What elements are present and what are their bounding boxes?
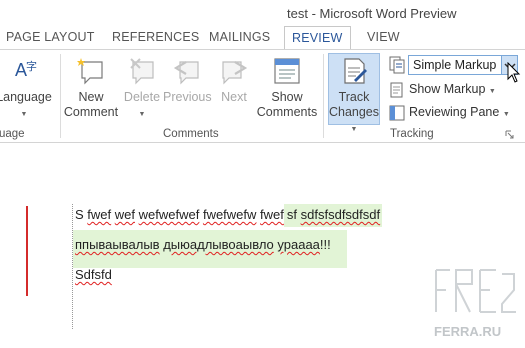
text-run: !!! — [319, 237, 331, 252]
misspelled-word: fwef — [260, 207, 284, 222]
tab-references[interactable]: REFERENCES — [112, 30, 199, 44]
track-changes-content[interactable]: Track Changes ▼ — [328, 56, 380, 137]
show-markup-button[interactable]: Show Markup ▼ — [409, 82, 496, 96]
new-comment-line1: New — [78, 90, 104, 104]
reviewing-pane-icon — [389, 105, 405, 121]
inserted-word: sf — [286, 207, 298, 222]
track-changes-icon — [344, 58, 367, 84]
ribbon-tabs: PAGE LAYOUT REFERENCES MAILINGS REVIEW V… — [0, 26, 525, 51]
misspelled-word: sdfsfsdfsdfsdf — [300, 207, 381, 222]
title-bar: test - Microsoft Word Preview — [0, 0, 525, 26]
window-title: test - Microsoft Word Preview — [287, 6, 457, 21]
document-line-1[interactable]: S fwef wef wefwefwef fwefwefw fwef sf sdf… — [75, 204, 383, 227]
tracking-group-label: Tracking — [390, 128, 434, 140]
chevron-down-icon: ▼ — [488, 88, 496, 95]
comments-group-label: Comments — [163, 128, 219, 140]
dialog-launcher-icon[interactable] — [505, 130, 515, 140]
watermark-text: FERRA.RU — [434, 324, 501, 339]
ferra-watermark-logo: FERRA.RU — [430, 264, 520, 348]
show-comments-line2: Comments — [256, 105, 318, 119]
chevron-down-icon: ▼ — [138, 111, 146, 118]
language-label: Language — [0, 90, 52, 104]
ferra-logo-icon: FERRA.RU — [434, 269, 516, 339]
misspelled-word: fwef — [87, 207, 112, 222]
delete-comment-icon — [130, 58, 154, 85]
misspelled-word: wefwefwef — [138, 207, 200, 222]
track-changes-line1: Track — [338, 90, 370, 104]
show-markup-icon — [390, 82, 403, 98]
inserted-text: sf sdfsfsdfsdfsdf — [283, 204, 383, 227]
misspelled-word: ппываывалыв — [75, 237, 160, 252]
group-separator — [60, 54, 61, 138]
chevron-down-icon: ▼ — [350, 126, 358, 133]
show-comments-button[interactable]: Show Comments — [255, 56, 319, 120]
previous-comment-button[interactable]: Previous — [163, 56, 212, 105]
reviewing-pane-button[interactable]: Reviewing Pane ▼ — [409, 105, 510, 119]
mouse-cursor-icon — [507, 62, 521, 83]
show-comments-line1: Show — [271, 90, 303, 104]
display-for-review-select[interactable]: Simple Markup — [408, 55, 502, 75]
tab-view[interactable]: VIEW — [367, 30, 400, 44]
text-run: S — [75, 207, 84, 222]
show-comments-icon — [274, 58, 300, 84]
svg-text:字: 字 — [26, 59, 37, 73]
language-group-label: uage — [0, 128, 25, 140]
misspelled-word: Sdfsfd — [75, 267, 112, 282]
previous-comment-icon — [173, 61, 199, 85]
display-for-review-icon — [389, 56, 405, 74]
chevron-down-icon: ▼ — [502, 111, 510, 118]
document-line-2[interactable]: ппываывалыв дыюадлывоаывло ураааа!!! — [75, 237, 331, 252]
group-separator — [323, 54, 324, 138]
delete-label: Delete — [123, 90, 161, 104]
chevron-down-icon: ▼ — [20, 111, 28, 118]
misspelled-word: wef — [114, 207, 135, 222]
track-changes-line2: Changes — [328, 105, 380, 119]
new-comment-button[interactable]: New Comment — [63, 56, 119, 120]
delete-comment-button[interactable]: Delete ▼ — [121, 56, 163, 122]
language-icon: A 字 — [15, 59, 37, 80]
misspelled-word: fwefwefw — [202, 207, 257, 222]
next-comment-button[interactable]: Next — [216, 56, 252, 105]
next-label: Next — [221, 90, 247, 104]
language-button[interactable]: A 字 Language ▼ — [0, 56, 54, 122]
misspelled-word: дыюадлывоаывло — [163, 237, 274, 252]
change-bar — [26, 206, 28, 296]
tab-mailings[interactable]: MAILINGS — [209, 30, 270, 44]
next-comment-icon — [222, 61, 248, 85]
reviewing-pane-label: Reviewing Pane — [409, 105, 500, 119]
ribbon: A 字 Language ▼ uage New Comment Delete ▼… — [0, 49, 525, 143]
tab-page-layout[interactable]: PAGE LAYOUT — [6, 30, 95, 44]
tab-review[interactable]: REVIEW — [284, 26, 351, 51]
previous-label: Previous — [163, 90, 212, 104]
misspelled-word: ураааа — [277, 237, 320, 252]
show-markup-label: Show Markup — [409, 82, 486, 96]
new-comment-line2: Comment — [63, 105, 119, 119]
new-comment-icon — [77, 58, 103, 85]
document-line-3[interactable]: Sdfsfd — [75, 267, 112, 282]
